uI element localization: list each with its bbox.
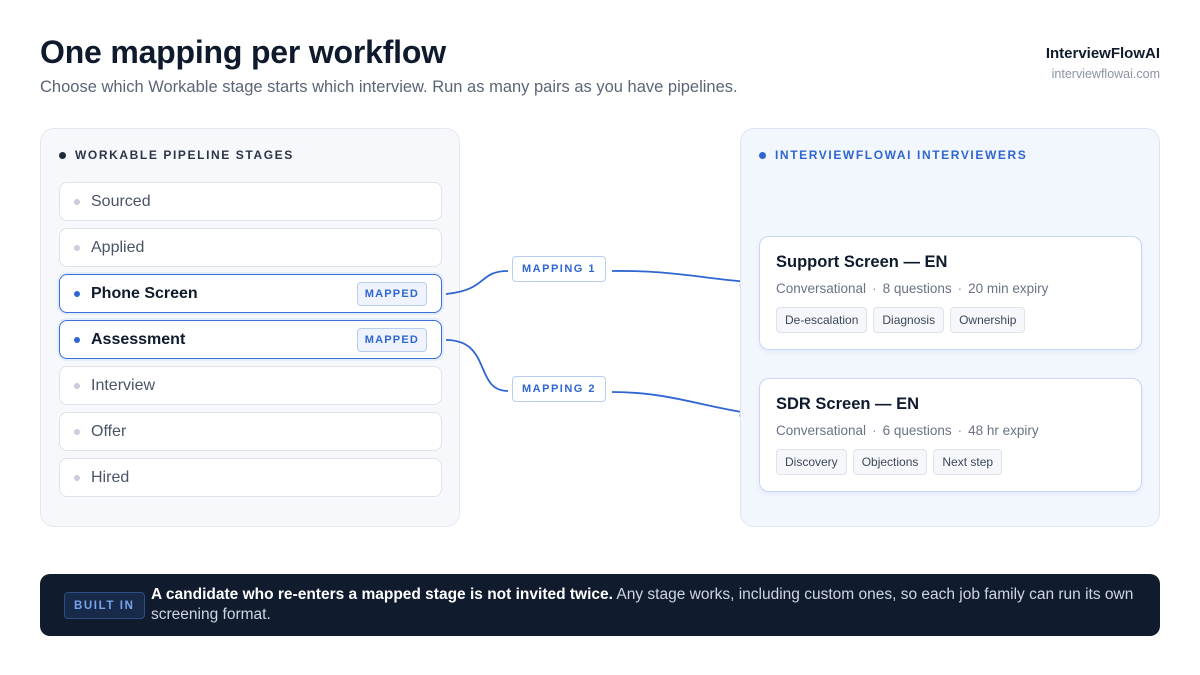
connector-line-2-left: [445, 339, 509, 392]
banner-text: A candidate who re-enters a mapped stage…: [151, 585, 1136, 625]
separator-dot: ·: [957, 281, 963, 296]
interview-type: Conversational: [776, 423, 867, 438]
interviewers-heading-label: INTERVIEWFLOWAI INTERVIEWERS: [775, 148, 1028, 162]
competency-tag: Ownership: [950, 307, 1026, 333]
expiry: 48 hr expiry: [968, 423, 1039, 438]
interviewers-heading: INTERVIEWFLOWAI INTERVIEWERS: [759, 148, 1027, 162]
built-in-badge: BUILT IN: [64, 592, 145, 619]
competency-tag: De-escalation: [776, 307, 868, 333]
competency-tag: Discovery: [776, 449, 847, 475]
competency-tag: Diagnosis: [873, 307, 945, 333]
interview-type: Conversational: [776, 281, 867, 296]
separator-dot: ·: [872, 281, 877, 296]
built-in-banner: BUILT IN A candidate who re-enters a map…: [40, 574, 1160, 636]
bullet-icon: [759, 151, 766, 159]
separator-dot: ·: [957, 423, 963, 438]
connector-line-2-right: [611, 391, 750, 417]
interviewer-title: SDR Screen — EN: [776, 395, 920, 413]
connector-line-1-right: [611, 270, 750, 287]
banner-bold-text: A candidate who re-enters a mapped stage…: [151, 586, 613, 603]
expiry: 20 min expiry: [968, 281, 1049, 296]
interviewer-card-sdr-screen[interactable]: SDR Screen — EN Conversational · 6 quest…: [759, 378, 1142, 492]
connector-line-1-left: [445, 270, 509, 295]
interviewer-meta: Conversational · 6 questions · 48 hr exp…: [776, 423, 1125, 438]
interviewer-title: Support Screen — EN: [776, 253, 948, 271]
interviewer-meta: Conversational · 8 questions · 20 min ex…: [776, 281, 1125, 296]
separator-dot: ·: [872, 423, 877, 438]
interviewer-card-support-screen[interactable]: Support Screen — EN Conversational · 8 q…: [759, 236, 1142, 350]
interviewers-panel: INTERVIEWFLOWAI INTERVIEWERS Support Scr…: [740, 128, 1160, 527]
competency-tags: Discovery Objections Next step: [776, 449, 1125, 475]
question-count: 8 questions: [882, 281, 952, 296]
mapping-1-label[interactable]: MAPPING 1: [512, 256, 607, 282]
question-count: 6 questions: [882, 423, 952, 438]
competency-tag: Next step: [933, 449, 1003, 475]
mapping-2-label[interactable]: MAPPING 2: [512, 376, 607, 402]
competency-tag: Objections: [852, 449, 928, 475]
competency-tags: De-escalation Diagnosis Ownership: [776, 307, 1125, 333]
